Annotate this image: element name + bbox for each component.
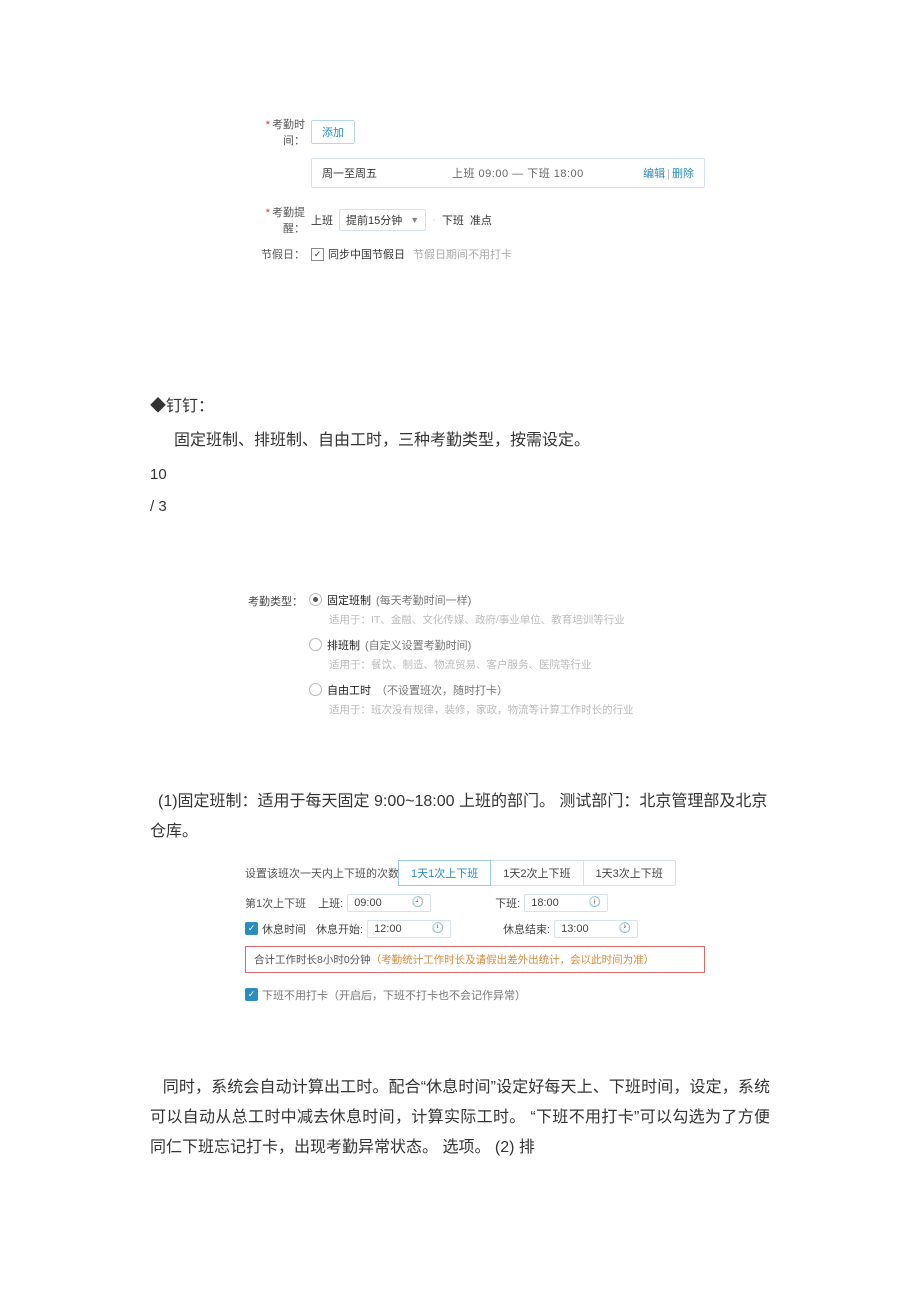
reminder-before-select[interactable]: 提前15分钟 ▼	[339, 209, 426, 231]
shift-freq-label: 设置该班次一天内上下班的次数	[245, 865, 399, 881]
holiday-hint: 节假日期间不用打卡	[413, 246, 512, 262]
no-clock-label: 下班不用打卡（开启后，下班不打卡也不会记作异常）	[262, 987, 526, 1003]
rest-checkbox[interactable]: ✓	[245, 922, 258, 935]
rest-start-input[interactable]: 12:00 🕛	[367, 920, 451, 938]
radio-icon	[309, 683, 322, 696]
holiday-row: 节假日： ✓ 同步中国节假日 节假日期间不用打卡	[245, 246, 705, 262]
first-shift-label: 第1次上下班	[245, 895, 306, 911]
attendance-type-label: 考勤类型：	[245, 592, 309, 609]
option-hint: 适用于：餐饮、制造、物流贸易、客户服务、医院等行业	[309, 657, 725, 672]
separator: |	[665, 168, 672, 180]
chevron-down-icon: ▼	[410, 215, 419, 225]
holiday-checkbox[interactable]: ✓	[311, 248, 324, 261]
edit-link[interactable]: 编辑	[643, 168, 665, 180]
rest-start-value: 12:00	[374, 923, 402, 935]
reminder-before-value: 提前15分钟	[346, 212, 402, 228]
off-time-value: 18:00	[531, 897, 559, 909]
shift-freq-row: 设置该班次一天内上下班的次数 1天1次上下班 1天2次上下班 1天3次上下班	[245, 860, 705, 886]
page-counter-top: 10	[150, 461, 770, 490]
delete-link[interactable]: 删除	[672, 168, 694, 180]
rest-check-label: 休息时间	[262, 921, 306, 937]
clock-icon: 🕐	[619, 923, 631, 934]
clock-icon: 🕕	[589, 897, 601, 908]
attendance-type-panel: 考勤类型： 固定班制 (每天考勤时间一样) 适用于：IT、金融、文化传媒、政府/…	[245, 592, 725, 727]
radio-option-free[interactable]: 自由工时 （不设置班次，随时打卡） 适用于：班次没有规律，装修，家政，物流等计算…	[309, 682, 725, 717]
page-counter-bottom: / 3	[150, 493, 770, 522]
attendance-time-panel: 考勤时间： 添加 周一至周五 上班 09:00 — 下班 18:00 编辑|删除…	[245, 116, 705, 262]
tab-2-per-day[interactable]: 1天2次上下班	[490, 860, 583, 886]
auto-calc-desc: 同时，系统会自动计算出工时。配合“休息时间”设定好每天上、下班时间，设定，系统可…	[150, 1073, 770, 1164]
rest-end-label: 休息结束:	[503, 921, 550, 937]
no-clock-checkbox[interactable]: ✓	[245, 988, 258, 1001]
schedule-days: 周一至周五	[322, 165, 452, 181]
rest-end-input[interactable]: 13:00 🕐	[554, 920, 638, 938]
off-time-input[interactable]: 18:00 🕕	[524, 894, 608, 912]
reminder-on-prefix: 上班	[311, 212, 333, 228]
reminder-label: 考勤提醒：	[245, 204, 311, 236]
off-label: 下班:	[495, 895, 520, 911]
reminder-row: 考勤提醒： 上班 提前15分钟 ▼ · 下班 准点	[245, 204, 705, 236]
on-time-value: 09:00	[354, 897, 382, 909]
fixed-desc: (1)固定班制：适用于每天固定 9:00~18:00 上班的部门。 测试部门：北…	[150, 787, 770, 848]
clock-icon: 🕘	[412, 897, 424, 908]
body-line-1: 固定班制、排班制、自由工时，三种考勤类型，按需设定。	[150, 426, 770, 456]
radio-icon	[309, 638, 322, 651]
option-paren: (自定义设置考勤时间)	[365, 637, 471, 653]
rest-row: ✓ 休息时间 休息开始: 12:00 🕛 休息结束: 13:00 🕐	[245, 920, 705, 938]
option-hint: 适用于：班次没有规律，装修，家政，物流等计算工作时长的行业	[309, 702, 725, 717]
holiday-label: 节假日：	[245, 246, 311, 262]
option-paren: (每天考勤时间一样)	[376, 592, 471, 608]
tab-1-per-day[interactable]: 1天1次上下班	[398, 860, 491, 886]
on-label: 上班:	[318, 895, 343, 911]
option-title: 固定班制	[327, 592, 371, 608]
first-shift-row: 第1次上下班 上班: 09:00 🕘 下班: 18:00 🕕	[245, 894, 705, 912]
summary-orange: （考勤统计工作时长及请假出差外出统计，会以此时间为准）	[371, 954, 655, 966]
dash: ·	[432, 214, 436, 226]
body-section-3: 同时，系统会自动计算出工时。配合“休息时间”设定好每天上、下班时间，设定，系统可…	[150, 1073, 770, 1164]
tab-3-per-day[interactable]: 1天3次上下班	[583, 860, 676, 886]
holiday-checkbox-label: 同步中国节假日	[328, 246, 405, 262]
radio-option-fixed[interactable]: 固定班制 (每天考勤时间一样) 适用于：IT、金融、文化传媒、政府/事业单位、教…	[309, 592, 725, 627]
option-title: 自由工时	[327, 682, 371, 698]
work-duration-summary: 合计工作时长8小时0分钟（考勤统计工作时长及请假出差外出统计，会以此时间为准）	[245, 946, 705, 973]
attendance-time-label: 考勤时间：	[245, 116, 311, 148]
reminder-off-value: 准点	[470, 212, 492, 228]
attendance-time-row: 考勤时间： 添加	[245, 116, 705, 148]
add-button[interactable]: 添加	[311, 120, 355, 144]
clock-icon: 🕛	[432, 923, 444, 934]
schedule-item: 周一至周五 上班 09:00 — 下班 18:00 编辑|删除	[311, 158, 705, 188]
rest-end-value: 13:00	[561, 923, 589, 935]
rest-start-label: 休息开始:	[316, 921, 363, 937]
schedule-times: 上班 09:00 — 下班 18:00	[452, 165, 643, 181]
radio-icon	[309, 593, 322, 606]
option-hint: 适用于：IT、金融、文化传媒、政府/事业单位、教育培训等行业	[309, 612, 725, 627]
option-title: 排班制	[327, 637, 360, 653]
dingtalk-heading: ◆钉钉：	[150, 392, 770, 422]
radio-option-schedule[interactable]: 排班制 (自定义设置考勤时间) 适用于：餐饮、制造、物流贸易、客户服务、医院等行…	[309, 637, 725, 672]
option-paren: （不设置班次，随时打卡）	[376, 682, 508, 698]
body-section-1: ◆钉钉： 固定班制、排班制、自由工时，三种考勤类型，按需设定。 10 / 3	[150, 392, 770, 522]
reminder-off-prefix: 下班	[442, 212, 464, 228]
body-section-2: (1)固定班制：适用于每天固定 9:00~18:00 上班的部门。 测试部门：北…	[150, 787, 770, 848]
summary-black: 合计工作时长8小时0分钟	[254, 954, 371, 966]
shift-config-panel: 设置该班次一天内上下班的次数 1天1次上下班 1天2次上下班 1天3次上下班 第…	[245, 860, 705, 1003]
no-clock-row: ✓ 下班不用打卡（开启后，下班不打卡也不会记作异常）	[245, 987, 705, 1003]
on-time-input[interactable]: 09:00 🕘	[347, 894, 431, 912]
